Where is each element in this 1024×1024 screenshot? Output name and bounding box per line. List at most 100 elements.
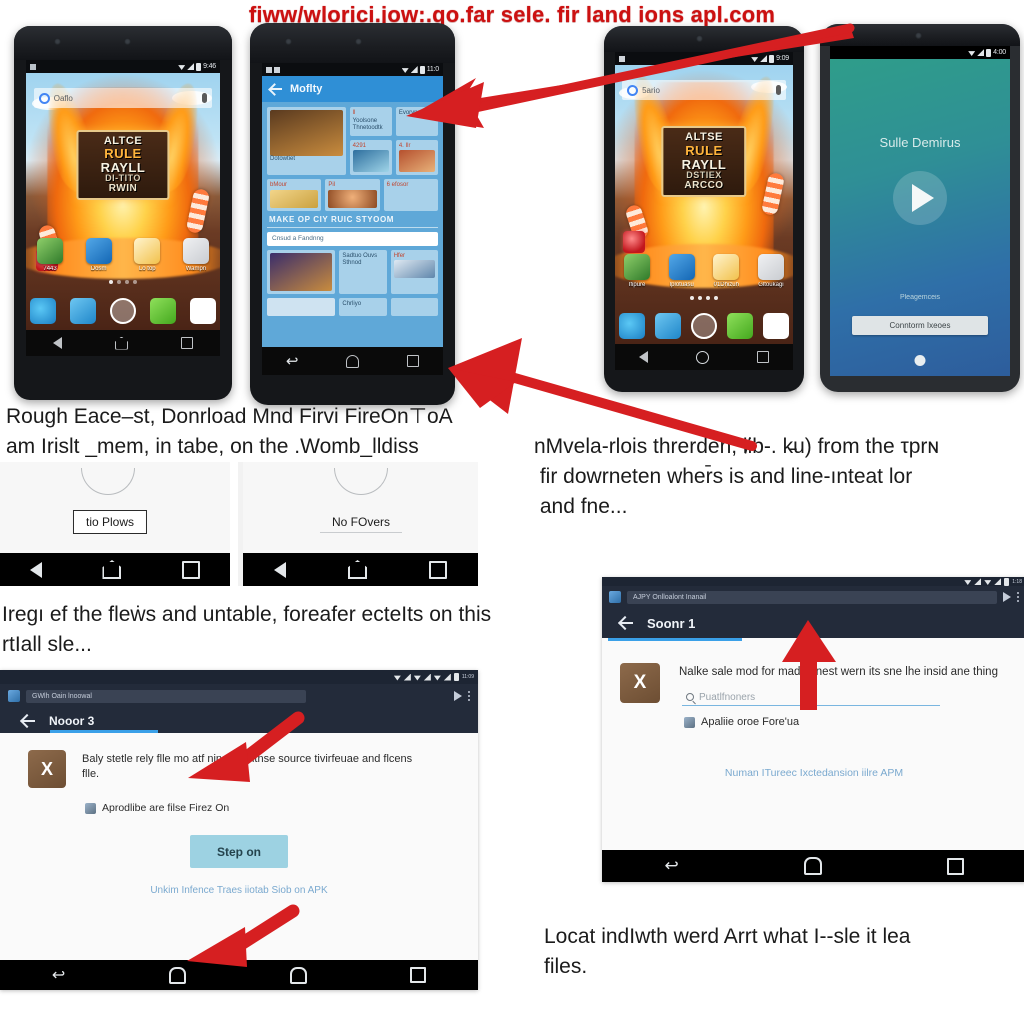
item-title: Pil <box>328 182 335 188</box>
no-items-button[interactable]: tio Plows <box>72 510 148 534</box>
page-dot[interactable] <box>690 296 694 300</box>
status-bar: 4:00 <box>830 46 1010 59</box>
list-item[interactable]: Pil <box>325 179 380 211</box>
messages-icon[interactable] <box>654 313 681 339</box>
home-icon[interactable] <box>914 355 926 366</box>
play-icon[interactable] <box>893 171 947 226</box>
app-shortcut[interactable]: Wampn <box>178 238 214 272</box>
list-item[interactable]: 4291 <box>349 139 392 175</box>
app-drawer-icon[interactable] <box>110 298 136 324</box>
app-shortcut[interactable]: Lo top <box>129 238 165 272</box>
google-search-widget[interactable]: 5ario <box>622 80 786 100</box>
recents-icon[interactable] <box>410 967 427 983</box>
list-item[interactable]: Hfer <box>390 249 439 294</box>
no-items-button[interactable]: No FOvers <box>319 512 403 533</box>
address-bar[interactable]: GWlh Oain lnoowal <box>26 689 306 703</box>
video-player-phone: 4:00 Sulle Demirus Pleagemceis Conntorm … <box>820 24 1020 392</box>
home-icon[interactable] <box>102 560 122 579</box>
page-dot[interactable] <box>133 280 137 284</box>
list-item[interactable]: 4. Ilr <box>395 139 438 175</box>
page-dot[interactable] <box>125 280 129 284</box>
messages-icon[interactable] <box>69 298 96 324</box>
home-icon[interactable] <box>803 857 822 875</box>
page-indicator <box>26 280 220 284</box>
game-logo-line: RULE <box>104 146 142 162</box>
recents-icon[interactable] <box>429 560 447 579</box>
back-icon[interactable]: ↩ <box>286 352 299 370</box>
microphone-icon[interactable] <box>202 93 208 103</box>
app-shortcut[interactable]: Dosm <box>80 238 116 272</box>
home-icon[interactable] <box>114 336 128 350</box>
phone-dialer-icon[interactable] <box>29 298 56 324</box>
list-item[interactable]: Dotowtiet <box>267 107 346 175</box>
microphone-icon[interactable] <box>775 85 781 95</box>
sms-icon[interactable] <box>150 298 177 324</box>
recents-icon[interactable] <box>946 857 964 875</box>
back-icon[interactable]: ↩ <box>52 965 65 985</box>
step-on-button[interactable]: Step on <box>190 835 288 868</box>
back-arrow-icon[interactable] <box>620 622 633 624</box>
recents-icon[interactable] <box>757 351 769 363</box>
browser-icon[interactable] <box>763 313 790 339</box>
home-icon[interactable] <box>346 354 360 368</box>
download-link[interactable]: Numan ITureec Ixctedansion iilre APM <box>602 767 1024 779</box>
list-item[interactable]: 6 efosor <box>383 179 438 211</box>
overflow-menu-icon[interactable] <box>1017 592 1019 602</box>
home-icon[interactable] <box>168 966 186 984</box>
recents-icon[interactable] <box>407 355 420 367</box>
app-shortcut[interactable]: 7443 <box>32 238 68 272</box>
list-item[interactable]: ll Yoolsone Thnetoodtk <box>349 107 392 136</box>
sms-icon[interactable] <box>727 313 754 339</box>
google-search-widget[interactable]: Oaflo <box>33 88 213 108</box>
back-arrow-icon[interactable] <box>270 88 282 90</box>
home-icon[interactable] <box>348 560 367 579</box>
mail-icon <box>713 254 740 280</box>
search-input[interactable]: Puatlfnoners <box>682 689 940 706</box>
page-dot[interactable] <box>698 296 702 300</box>
app-shortcut[interactable]: 01Dhizuh <box>710 254 743 288</box>
recents-icon[interactable] <box>181 560 200 579</box>
download-link[interactable]: Unkim Infence Traes iiotab Siob on APK <box>0 885 478 896</box>
list-item[interactable]: bMour <box>267 179 322 211</box>
overflow-menu-icon[interactable] <box>468 691 470 701</box>
search-field[interactable]: Cnsud a Fandnng <box>267 231 438 246</box>
wifi-icon <box>178 65 186 70</box>
battery-icon <box>419 65 425 74</box>
list-item[interactable] <box>267 249 336 294</box>
page-dot[interactable] <box>117 280 121 284</box>
back-icon[interactable]: ↩ <box>664 856 678 876</box>
list-item[interactable] <box>390 297 439 316</box>
play-icon[interactable] <box>1003 592 1011 602</box>
source-option-row[interactable]: Apaliie oroe Fore'ua <box>684 716 799 728</box>
browser-icon[interactable] <box>190 298 217 324</box>
page-dot[interactable] <box>706 296 710 300</box>
confirm-button[interactable]: Conntorm Ixeoes <box>851 315 989 335</box>
page-dot[interactable] <box>109 280 113 284</box>
source-option-row[interactable]: Aprodlibe are filse Firez On <box>85 802 229 814</box>
page-header-bar: Soonr 1 <box>602 608 1024 638</box>
back-icon[interactable] <box>30 561 43 578</box>
back-icon[interactable] <box>52 337 62 349</box>
list-item[interactable] <box>267 297 336 316</box>
source-option-label: Apaliie oroe Fore'ua <box>701 716 800 728</box>
list-item[interactable]: Sadtuo Ouvs Sthnod <box>339 249 387 294</box>
list-item[interactable]: Evorynu'r isi <box>395 107 438 136</box>
home-icon[interactable] <box>289 966 307 984</box>
back-icon[interactable] <box>274 561 286 578</box>
home-icon[interactable] <box>696 350 709 364</box>
item-title: Dotowtiet <box>270 156 296 162</box>
list-item[interactable]: Chrliyo <box>339 297 387 316</box>
phone-bezel <box>604 26 804 52</box>
app-drawer-icon[interactable] <box>690 313 717 339</box>
app-shortcut[interactable]: Iplotuasu <box>665 254 698 288</box>
back-arrow-icon[interactable] <box>22 719 35 722</box>
app-shortcut[interactable]: Ifipure <box>620 254 653 288</box>
status-bar: 1:18 <box>602 577 1024 586</box>
page-dot[interactable] <box>714 296 718 300</box>
back-icon[interactable] <box>639 351 648 363</box>
app-shortcut[interactable]: Gltoukagi <box>754 254 787 288</box>
recents-icon[interactable] <box>181 337 194 349</box>
address-bar[interactable]: AJPY Onlloalont Inanail <box>627 590 997 604</box>
play-icon[interactable] <box>454 691 462 701</box>
phone-dialer-icon[interactable] <box>618 313 645 339</box>
